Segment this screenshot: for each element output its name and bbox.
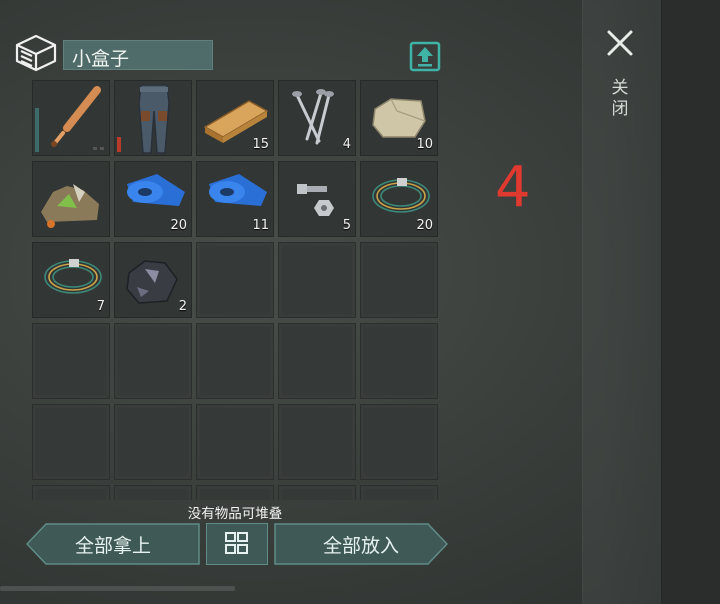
box-icon	[15, 34, 57, 72]
inventory-slot[interactable]: 11	[196, 161, 274, 237]
inventory-slot[interactable]	[114, 485, 192, 500]
upload-icon[interactable]	[408, 39, 442, 73]
item-count: 20	[416, 218, 433, 233]
inventory-slot[interactable]	[32, 485, 110, 500]
inventory-slot[interactable]	[114, 80, 192, 156]
container-title: 小盒子	[72, 48, 130, 70]
inventory-slot[interactable]	[278, 404, 356, 480]
put-all-label: 全部放入	[322, 535, 399, 557]
inventory-slot[interactable]: 5	[278, 161, 356, 237]
inventory-slot[interactable]	[114, 404, 192, 480]
sort-icon	[225, 532, 248, 554]
item-count: 7	[96, 299, 105, 314]
close-label[interactable]: 关闭	[610, 78, 630, 120]
close-icon[interactable]	[605, 28, 635, 58]
inventory-slot[interactable]: 20	[360, 161, 438, 237]
inventory-slot[interactable]: 2	[114, 242, 192, 318]
inventory-slot[interactable]	[360, 242, 438, 318]
stars-icon	[93, 147, 104, 150]
take-all-button[interactable]: 全部拿上	[26, 523, 200, 565]
inventory-slot[interactable]	[278, 323, 356, 399]
item-count: 10	[416, 137, 433, 152]
item-count: 11	[252, 218, 269, 233]
inventory-slot[interactable]	[32, 323, 110, 399]
inventory-slot[interactable]	[32, 80, 110, 156]
inventory-slot[interactable]	[278, 242, 356, 318]
inventory-slot[interactable]	[196, 485, 274, 500]
inventory-slot[interactable]	[360, 485, 438, 500]
inventory-slot[interactable]: 4	[278, 80, 356, 156]
stack-message: 没有物品可堆叠	[187, 506, 283, 522]
inventory-slot[interactable]	[360, 404, 438, 480]
inventory-slot[interactable]	[196, 404, 274, 480]
inventory-slot[interactable]: 20	[114, 161, 192, 237]
inventory-slot[interactable]: 15	[196, 80, 274, 156]
annotation-number: 4	[495, 155, 531, 220]
container-title-box[interactable]: 小盒子	[63, 40, 213, 70]
side-backdrop	[660, 0, 720, 604]
item-count: 15	[252, 137, 269, 152]
inventory-slot[interactable]	[32, 161, 110, 237]
inventory-slot[interactable]	[278, 485, 356, 500]
inventory-grid: 15 4 10 20 11 5 20 7 2	[32, 80, 441, 500]
scrap-pile-icon	[41, 184, 99, 228]
item-count: 4	[342, 137, 351, 152]
put-all-button[interactable]: 全部放入	[274, 523, 448, 565]
item-count: 2	[178, 299, 187, 314]
item-count: 5	[342, 218, 351, 233]
item-count: 20	[170, 218, 187, 233]
inventory-slot[interactable]	[196, 242, 274, 318]
sort-button[interactable]	[206, 523, 268, 565]
armored-pants-icon	[138, 84, 170, 154]
inventory-slot[interactable]: 7	[32, 242, 110, 318]
inventory-slot[interactable]	[196, 323, 274, 399]
scrollbar[interactable]	[0, 586, 235, 591]
take-all-label: 全部拿上	[74, 535, 151, 557]
inventory-slot[interactable]: 10	[360, 80, 438, 156]
inventory-slot[interactable]	[360, 323, 438, 399]
inventory-slot[interactable]	[114, 323, 192, 399]
inventory-slot[interactable]	[32, 404, 110, 480]
